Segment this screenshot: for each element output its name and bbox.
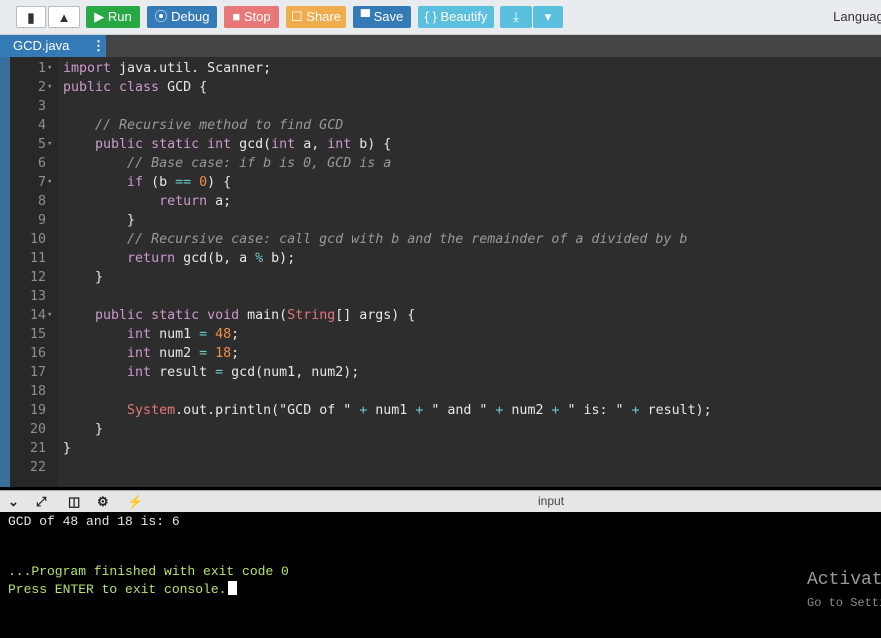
gutter-strip	[0, 57, 10, 487]
activate-watermark-title: Activate	[807, 570, 881, 590]
code-text: import java.util. Scanner;	[63, 61, 272, 76]
line-number: 18	[29, 384, 46, 399]
download-icon[interactable]: ⤓	[500, 6, 532, 28]
output-line: GCD of 48 and 18 is: 6	[8, 514, 180, 529]
stop-button[interactable]: ■ Stop	[224, 6, 279, 28]
file-tab-gcd-java[interactable]: GCD.java ⋮	[0, 35, 106, 57]
tab-menu-icon[interactable]: ⋮	[92, 35, 105, 57]
gear-icon[interactable]: ⚙	[97, 494, 109, 510]
line-number: 16	[29, 346, 46, 361]
line-number: 20	[29, 422, 46, 437]
line-number: 14	[29, 308, 46, 323]
clear-icon[interactable]: ⚡	[127, 494, 143, 510]
code-editor[interactable]: 1 ▾ import java.util. Scanner; 2 ▾ public cl…	[0, 57, 881, 487]
line-number: 6	[37, 156, 46, 171]
fold-icon[interactable]: ▾	[47, 306, 52, 325]
line-number: 21	[29, 441, 46, 456]
save-button[interactable]: ▀ Save	[353, 6, 411, 28]
code-text: }	[63, 422, 104, 437]
fold-icon[interactable]: ▾	[47, 173, 52, 192]
language-selector[interactable]: Language	[833, 9, 881, 24]
expand-icon[interactable]: ⤢	[36, 494, 46, 510]
fold-icon[interactable]: ▾	[47, 135, 52, 154]
code-text: // Recursive case: call gcd with b and t…	[127, 232, 688, 247]
new-file-icon[interactable]: ▮	[16, 6, 46, 28]
code-text: int num1 = 48;	[127, 327, 240, 342]
code-text: // Base case: if b is 0, GCD is a	[127, 156, 392, 171]
line-number: 19	[29, 403, 46, 418]
code-text: public class GCD {	[63, 80, 208, 95]
console-cursor	[228, 581, 238, 595]
code-text: public static void main(String[] args) {	[95, 308, 416, 323]
code-text: System.out.println("GCD of " + num1 + " …	[127, 403, 712, 418]
line-number: 2	[37, 80, 46, 95]
code-text: // Recursive method to find GCD	[95, 118, 344, 133]
line-number: 17	[29, 365, 46, 380]
console-header: ⌄ ⤢ ◫ ⚙ ⚡ input	[0, 490, 881, 513]
code-text: }	[63, 213, 136, 228]
console-input-label: input	[538, 494, 565, 508]
line-number: 5	[37, 137, 46, 152]
caret-down-icon[interactable]: ▾	[533, 6, 563, 28]
line-number: 13	[29, 289, 46, 304]
line-number: 15	[29, 327, 46, 342]
code-text: return gcd(b, a % b);	[127, 251, 296, 266]
upload-icon[interactable]: ▲	[48, 6, 80, 28]
line-number: 22	[29, 460, 46, 475]
code-text: int result = gcd(num1, num2);	[127, 365, 360, 380]
fold-icon[interactable]: ▾	[47, 59, 52, 78]
file-tab-label: GCD.java	[13, 38, 70, 53]
line-number: 8	[37, 194, 46, 209]
code-text: }	[63, 270, 104, 285]
line-number: 3	[37, 99, 46, 114]
line-number: 12	[29, 270, 46, 285]
line-number: 9	[37, 213, 46, 228]
fold-icon[interactable]: ▾	[47, 78, 52, 97]
code-text: }	[63, 441, 72, 456]
layout-icon[interactable]: ◫	[68, 494, 80, 510]
enter-prompt-text: Press ENTER to exit console.	[8, 582, 227, 597]
exit-code-line: ...Program finished with exit code 0	[8, 564, 289, 579]
line-number: 4	[37, 118, 46, 133]
line-number: 10	[29, 232, 46, 247]
collapse-icon[interactable]: ⌄	[8, 494, 19, 510]
code-text: int num2 = 18;	[127, 346, 240, 361]
code-text: return a;	[159, 194, 232, 209]
console-output[interactable]: GCD of 48 and 18 is: 6 ...Program finish…	[0, 512, 881, 638]
run-button[interactable]: ▶ Run	[86, 6, 140, 28]
enter-prompt-line: Press ENTER to exit console.	[8, 581, 238, 597]
code-text: if (b == 0) {	[127, 175, 232, 190]
line-number: 1	[37, 61, 46, 76]
share-button[interactable]: ☐ Share	[286, 6, 346, 28]
line-number: 11	[29, 251, 46, 266]
debug-button[interactable]: ⦿ Debug	[147, 6, 217, 28]
tab-bar: GCD.java ⋮	[0, 35, 881, 57]
code-text: public static int gcd(int a, int b) {	[95, 137, 392, 152]
beautify-button[interactable]: { } Beautify	[418, 6, 494, 28]
line-number: 7	[37, 175, 46, 190]
activate-watermark-subtitle: Go to Settin	[807, 596, 881, 610]
toolbar: ▮ ▲ ▶ Run ⦿ Debug ■ Stop ☐ Share ▀ Save …	[0, 0, 881, 35]
